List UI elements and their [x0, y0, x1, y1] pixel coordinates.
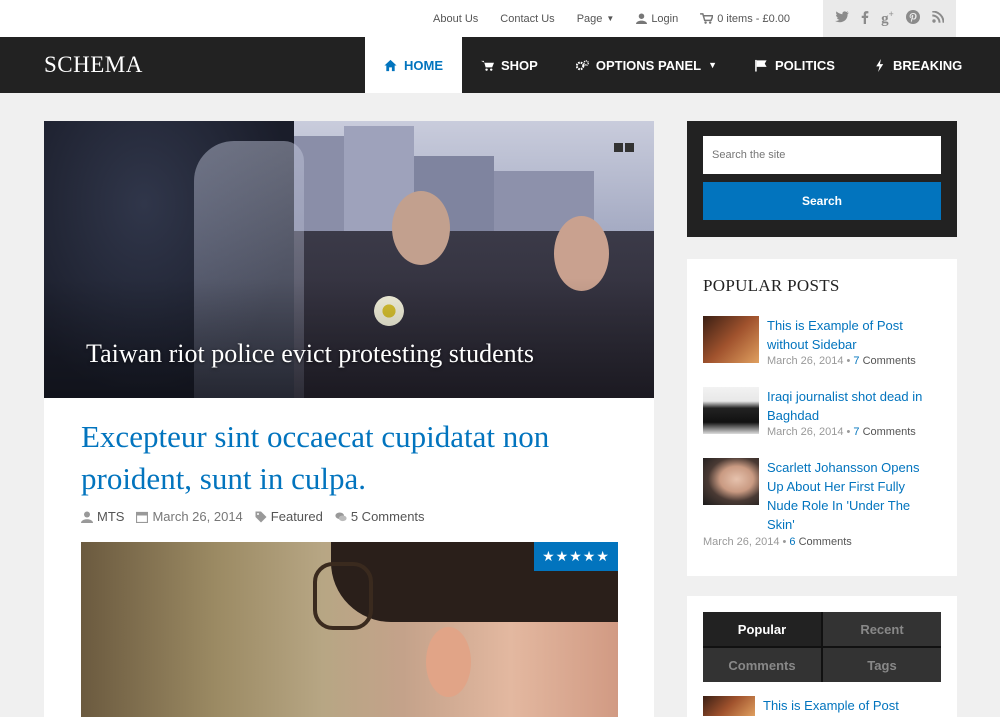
caret-down-icon: ▼ [606, 14, 615, 23]
post-meta: MTS March 26, 2014 Featured 5 Comments [81, 509, 425, 524]
cart-icon [481, 60, 494, 71]
post-comments[interactable]: 5 Comments [335, 509, 425, 524]
image-ear [426, 627, 471, 697]
slider-grid-icon[interactable] [614, 143, 634, 152]
flag-icon [755, 59, 767, 72]
main-nav: HOME SHOP OPTIONS PANEL ▼ POLITICS BREAK… [365, 37, 981, 93]
nav-item-shop[interactable]: SHOP [462, 37, 557, 93]
post-thumbnail[interactable] [703, 458, 759, 505]
tab-post-item: This is Example of Post [703, 696, 941, 716]
popular-post-meta: March 26, 2014 • 7 Comments [767, 426, 937, 438]
post-thumbnail[interactable] [703, 387, 759, 434]
popular-posts-widget: POPULAR POSTS This is Example of Post wi… [687, 259, 957, 576]
popular-post-meta: March 26, 2014 • 7 Comments [767, 355, 937, 367]
social-links: g+ [823, 0, 956, 37]
popular-post-date: March 26, 2014 [703, 536, 780, 548]
popular-post-title[interactable]: This is Example of Post without Sidebar [767, 316, 937, 354]
search-button[interactable]: Search [703, 182, 941, 220]
widget-title: POPULAR POSTS [703, 276, 840, 295]
tag-icon [255, 511, 267, 522]
cart-icon [700, 13, 714, 24]
search-input[interactable] [703, 136, 941, 174]
cart-label: 0 items - £0.00 [717, 12, 790, 25]
cart-link[interactable]: 0 items - £0.00 [700, 13, 790, 25]
post-category-text: Featured [270, 509, 323, 524]
meta-separator: • [779, 536, 790, 548]
popular-post-date: March 26, 2014 [767, 426, 844, 438]
post-author[interactable]: MTS [81, 509, 124, 524]
popular-post-title[interactable]: Iraqi journalist shot dead in Baghdad [767, 387, 937, 425]
popular-post-comments-label[interactable]: Comments [796, 536, 852, 548]
nav-label: SHOP [501, 57, 538, 73]
site-logo[interactable]: SCHEMA [44, 37, 143, 93]
nav-label: BREAKING [892, 57, 963, 73]
google-plus-icon[interactable]: g+ [881, 9, 894, 28]
tab-tags[interactable]: Tags [823, 648, 941, 682]
login-link[interactable]: Login [636, 13, 678, 25]
post-thumbnail[interactable] [703, 696, 755, 716]
post-author-name: MTS [97, 509, 125, 524]
post-comments-text: 5 Comments [350, 509, 425, 524]
hero-title[interactable]: Taiwan riot police evict protesting stud… [86, 339, 534, 369]
rss-icon[interactable] [932, 10, 945, 26]
hero-person [392, 191, 450, 265]
image-glasses [313, 562, 373, 630]
nav-label: HOME [404, 57, 443, 73]
tab-recent[interactable]: Recent [823, 612, 941, 646]
hero-shade [44, 278, 654, 398]
post-category[interactable]: Featured [255, 509, 323, 524]
tab-popular[interactable]: Popular [703, 612, 821, 646]
user-icon [81, 511, 93, 523]
widget-tabs: Popular Recent Comments Tags [703, 612, 941, 682]
main-navbar: SCHEMA HOME SHOP OPTIONS PANEL ▼ POLITIC… [0, 37, 1000, 93]
meta-separator: • [843, 355, 854, 367]
twitter-icon[interactable] [835, 11, 850, 26]
nav-item-options-panel[interactable]: OPTIONS PANEL ▼ [557, 37, 736, 93]
page-dropdown[interactable]: Page ▼ [577, 13, 615, 25]
contact-us-link[interactable]: Contact Us [500, 13, 554, 25]
popular-post-meta: March 26, 2014 • 6 Comments [703, 536, 941, 548]
top-bar: About Us Contact Us Page ▼ Login 0 items… [0, 0, 1000, 37]
user-icon [636, 13, 648, 24]
page-dropdown-label: Page [576, 12, 603, 25]
nav-item-home[interactable]: HOME [365, 37, 462, 93]
main-content: Taiwan riot police evict protesting stud… [44, 121, 654, 717]
comments-icon [335, 511, 347, 521]
bolt-icon [876, 58, 884, 72]
post-date: March 26, 2014 [136, 509, 243, 524]
featured-slider[interactable]: Taiwan riot police evict protesting stud… [44, 121, 654, 398]
cogs-icon [575, 59, 589, 70]
post-featured-image[interactable]: ★★★★★ [81, 542, 618, 717]
nav-label: OPTIONS PANEL [595, 57, 702, 73]
popular-post-comments-label[interactable]: Comments [860, 355, 916, 367]
caret-down-icon: ▼ [708, 60, 717, 70]
popular-post-item: Scarlett Johansson Opens Up About Her Fi… [703, 458, 941, 534]
popular-post-comments-label[interactable]: Comments [860, 426, 916, 438]
nav-label: POLITICS [774, 57, 835, 73]
home-icon [384, 59, 397, 71]
pinterest-icon[interactable] [905, 10, 920, 27]
tab-comments[interactable]: Comments [703, 648, 821, 682]
search-widget: Search [687, 121, 957, 237]
post-thumbnail[interactable] [703, 316, 759, 363]
calendar-icon [136, 511, 149, 523]
popular-post-title[interactable]: Scarlett Johansson Opens Up About Her Fi… [767, 458, 937, 534]
popular-post-item: This is Example of Post without Sidebar … [703, 316, 941, 367]
tabs-widget: Popular Recent Comments Tags This is Exa… [687, 596, 957, 717]
login-label: Login [651, 12, 679, 25]
top-links: About Us Contact Us Page ▼ Login 0 items… [433, 0, 790, 37]
post-date-text: March 26, 2014 [152, 509, 243, 524]
rating-badge: ★★★★★ [534, 542, 618, 571]
popular-post-item: Iraqi journalist shot dead in Baghdad Ma… [703, 387, 941, 438]
popular-post-date: March 26, 2014 [767, 355, 844, 367]
post-title[interactable]: Excepteur sint occaecat cupidatat non pr… [81, 416, 621, 500]
nav-item-breaking[interactable]: BREAKING [854, 37, 981, 93]
about-us-link[interactable]: About Us [433, 13, 478, 25]
tab-post-title[interactable]: This is Example of Post [763, 696, 899, 716]
facebook-icon[interactable] [861, 10, 869, 27]
meta-separator: • [843, 426, 854, 438]
nav-item-politics[interactable]: POLITICS [736, 37, 854, 93]
